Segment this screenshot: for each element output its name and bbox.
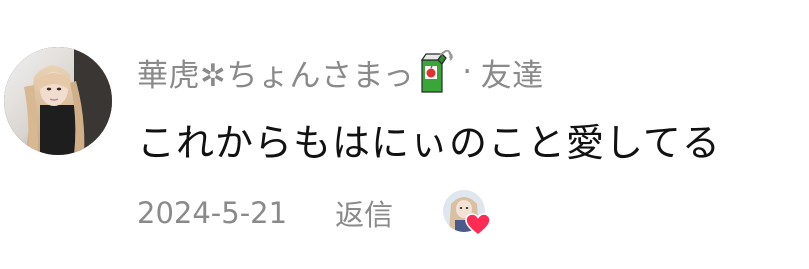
author-avatar[interactable] [4,47,112,155]
juice-box-icon [416,49,456,94]
author-name[interactable]: 華虎✲ちょんさまっ [137,50,414,95]
comment-date: 2024-5-21 [137,196,288,230]
author-avatar-image [4,47,112,155]
comment-item: 華虎✲ちょんさまっ · 友達 これからもはにぃのこと愛してる 2024-5-21… [0,0,809,269]
comment-text: これからもはにぃのこと愛してる [137,121,721,165]
header-separator: · [462,54,473,90]
comment-header: 華虎✲ちょんさまっ · 友達 [137,46,544,98]
liked-by-creator-indicator [443,190,491,237]
reply-button[interactable]: 返信 [335,192,393,234]
heart-icon [465,210,491,237]
comment-footer: 2024-5-21 返信 [137,188,491,238]
relationship-label: 友達 [480,57,544,94]
